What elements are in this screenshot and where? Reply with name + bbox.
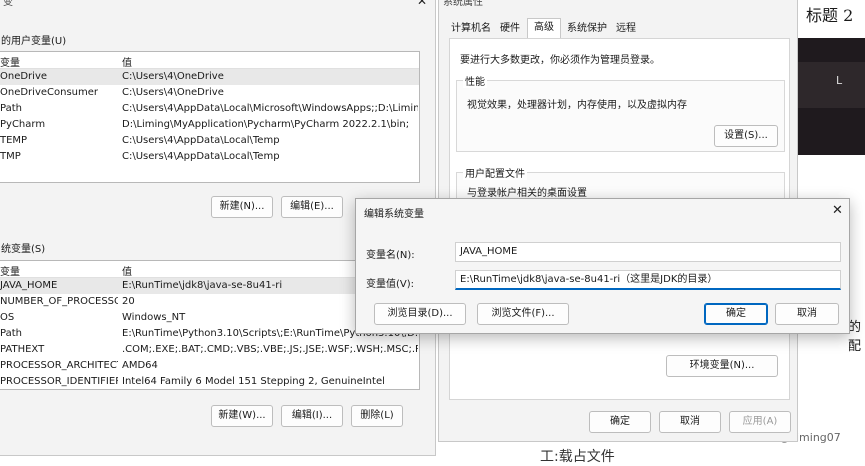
column-header-name[interactable]: 变量 xyxy=(0,263,20,278)
dialog-title: 编辑系统变量 xyxy=(364,209,424,220)
variable-value-label: 变量值(V): xyxy=(366,279,415,290)
performance-group: 性能 视觉效果，处理器计划，内存使用，以及虚拟内存 设置(S)... xyxy=(456,73,785,152)
edit-system-variable-dialog: 编辑系统变量 ✕ 变量名(N): JAVA_HOME 变量值(V): E:\Ru… xyxy=(355,198,850,334)
variable-name-cell: NUMBER_OF_PROCESSORS xyxy=(0,296,118,307)
table-row[interactable]: PROCESSOR_ARCHITECT... AMD64 xyxy=(0,358,419,374)
performance-desc: 视觉效果，处理器计划，内存使用，以及虚拟内存 xyxy=(467,100,687,111)
window-title: 系统属性 xyxy=(443,0,483,8)
tab-remote[interactable]: 远程 xyxy=(611,20,641,38)
variable-value-cell: .COM;.EXE;.BAT;.CMD;.VBS;.VBE;.JS;.JSE;.… xyxy=(122,344,418,355)
tab-system-protection[interactable]: 系统保护 xyxy=(565,20,609,38)
user-vars-label: 的用户变量(U) xyxy=(1,36,67,47)
column-header-value[interactable]: 值 xyxy=(122,54,132,69)
variable-value-input[interactable]: E:\RunTime\jdk8\java-se-8u41-ri（这里是JDK的目… xyxy=(455,270,841,290)
window-title: 变 xyxy=(3,0,13,8)
variable-name-cell: JAVA_HOME xyxy=(0,280,58,291)
variable-name-cell: OneDrive xyxy=(0,71,48,82)
doc-heading: 标题 2 xyxy=(806,6,854,25)
variable-name-cell: TMP xyxy=(0,151,21,162)
browse-directory-button[interactable]: 浏览目录(D)... xyxy=(374,303,466,325)
table-row[interactable]: TEMP C:\Users\4\AppData\Local\Temp xyxy=(0,133,419,149)
user-profile-legend: 用户配置文件 xyxy=(463,165,527,180)
user-profile-desc: 与登录帐户相关的桌面设置 xyxy=(467,188,587,199)
table-header: 变量 值 xyxy=(0,52,419,69)
variable-name-label: 变量名(N): xyxy=(366,250,415,261)
avatar[interactable]: L xyxy=(836,74,850,94)
variable-name-cell: Path xyxy=(0,328,22,339)
tab-advanced[interactable]: 高级 xyxy=(527,18,561,38)
variable-value-cell: C:\Users\4\AppData\Local\Microsoft\Windo… xyxy=(122,103,418,114)
user-new-button[interactable]: 新建(N)... xyxy=(211,196,273,218)
system-delete-button[interactable]: 删除(L) xyxy=(351,405,403,427)
apply-button[interactable]: 应用(A) xyxy=(729,411,791,433)
browse-file-button[interactable]: 浏览文件(F)... xyxy=(477,303,569,325)
tab-computer-name[interactable]: 计算机名 xyxy=(449,20,493,38)
variable-name-cell: OS xyxy=(0,312,15,323)
system-new-button[interactable]: 新建(W)... xyxy=(211,405,273,427)
ok-button[interactable]: 确定 xyxy=(589,411,651,433)
performance-settings-button[interactable]: 设置(S)... xyxy=(714,125,778,147)
variable-name-cell: OneDriveConsumer xyxy=(0,87,99,98)
close-icon[interactable]: ✕ xyxy=(832,203,843,218)
tab-hardware[interactable]: 硬件 xyxy=(495,20,525,38)
variable-name-input[interactable]: JAVA_HOME xyxy=(455,242,841,262)
system-vars-label: 统变量(S) xyxy=(1,244,46,255)
cancel-button[interactable]: 取消 xyxy=(775,303,839,325)
table-row[interactable]: OneDrive C:\Users\4\OneDrive xyxy=(0,69,419,85)
table-row[interactable]: PATHEXT .COM;.EXE;.BAT;.CMD;.VBS;.VBE;.JS… xyxy=(0,342,419,358)
table-row[interactable]: TMP C:\Users\4\AppData\Local\Temp xyxy=(0,149,419,165)
variable-name-cell: Path xyxy=(0,103,22,114)
user-vars-table[interactable]: 变量 值 OneDrive C:\Users\4\OneDrive OneDrive… xyxy=(0,51,420,183)
cancel-button[interactable]: 取消 xyxy=(659,411,721,433)
variable-value-cell: Intel64 Family 6 Model 151 Stepping 2, G… xyxy=(122,376,385,387)
variable-name-cell: PyCharm xyxy=(0,119,46,130)
variable-name-cell: PATHEXT xyxy=(0,344,45,355)
variable-name-cell: PROCESSOR_ARCHITECT... xyxy=(0,360,118,371)
table-row[interactable]: PROCESSOR_IDENTIFIER Intel64 Family 6 Mod… xyxy=(0,374,419,389)
variable-value-cell: C:\Users\4\AppData\Local\Temp xyxy=(122,151,280,162)
column-header-value[interactable]: 值 xyxy=(122,263,132,278)
bg-partial-text: 的配 xyxy=(848,320,862,354)
table-row[interactable]: Path C:\Users\4\AppData\Local\Microsoft\W… xyxy=(0,101,419,117)
variable-value-cell: AMD64 xyxy=(122,360,158,371)
variable-value-cell: C:\Users\4\AppData\Local\Temp xyxy=(122,135,280,146)
performance-legend: 性能 xyxy=(463,73,487,88)
column-header-name[interactable]: 变量 xyxy=(0,54,20,69)
variable-value-cell: C:\Users\4\OneDrive xyxy=(122,87,224,98)
bg-bottom-text: 工:载占文件 xyxy=(540,449,615,465)
variable-name-cell: TEMP xyxy=(0,135,28,146)
table-row[interactable]: OneDriveConsumer C:\Users\4\OneDrive xyxy=(0,85,419,101)
admin-notice: 要进行大多数更改，你必须作为管理员登录。 xyxy=(460,55,660,66)
table-row[interactable]: PyCharm D:\Liming\MyApplication\Pycharm\P… xyxy=(0,117,419,133)
variable-value-cell: C:\Users\4\OneDrive xyxy=(122,71,224,82)
user-edit-button[interactable]: 编辑(E)... xyxy=(281,196,343,218)
system-edit-button[interactable]: 编辑(I)... xyxy=(281,405,343,427)
ok-button[interactable]: 确定 xyxy=(704,303,768,325)
variable-name-cell: PROCESSOR_IDENTIFIER xyxy=(0,376,118,387)
variable-value-cell: D:\Liming\MyApplication\Pycharm\PyCharm … xyxy=(122,119,410,130)
close-icon[interactable]: ✕ xyxy=(417,0,427,8)
environment-variables-button[interactable]: 环境变量(N)... xyxy=(666,355,778,377)
